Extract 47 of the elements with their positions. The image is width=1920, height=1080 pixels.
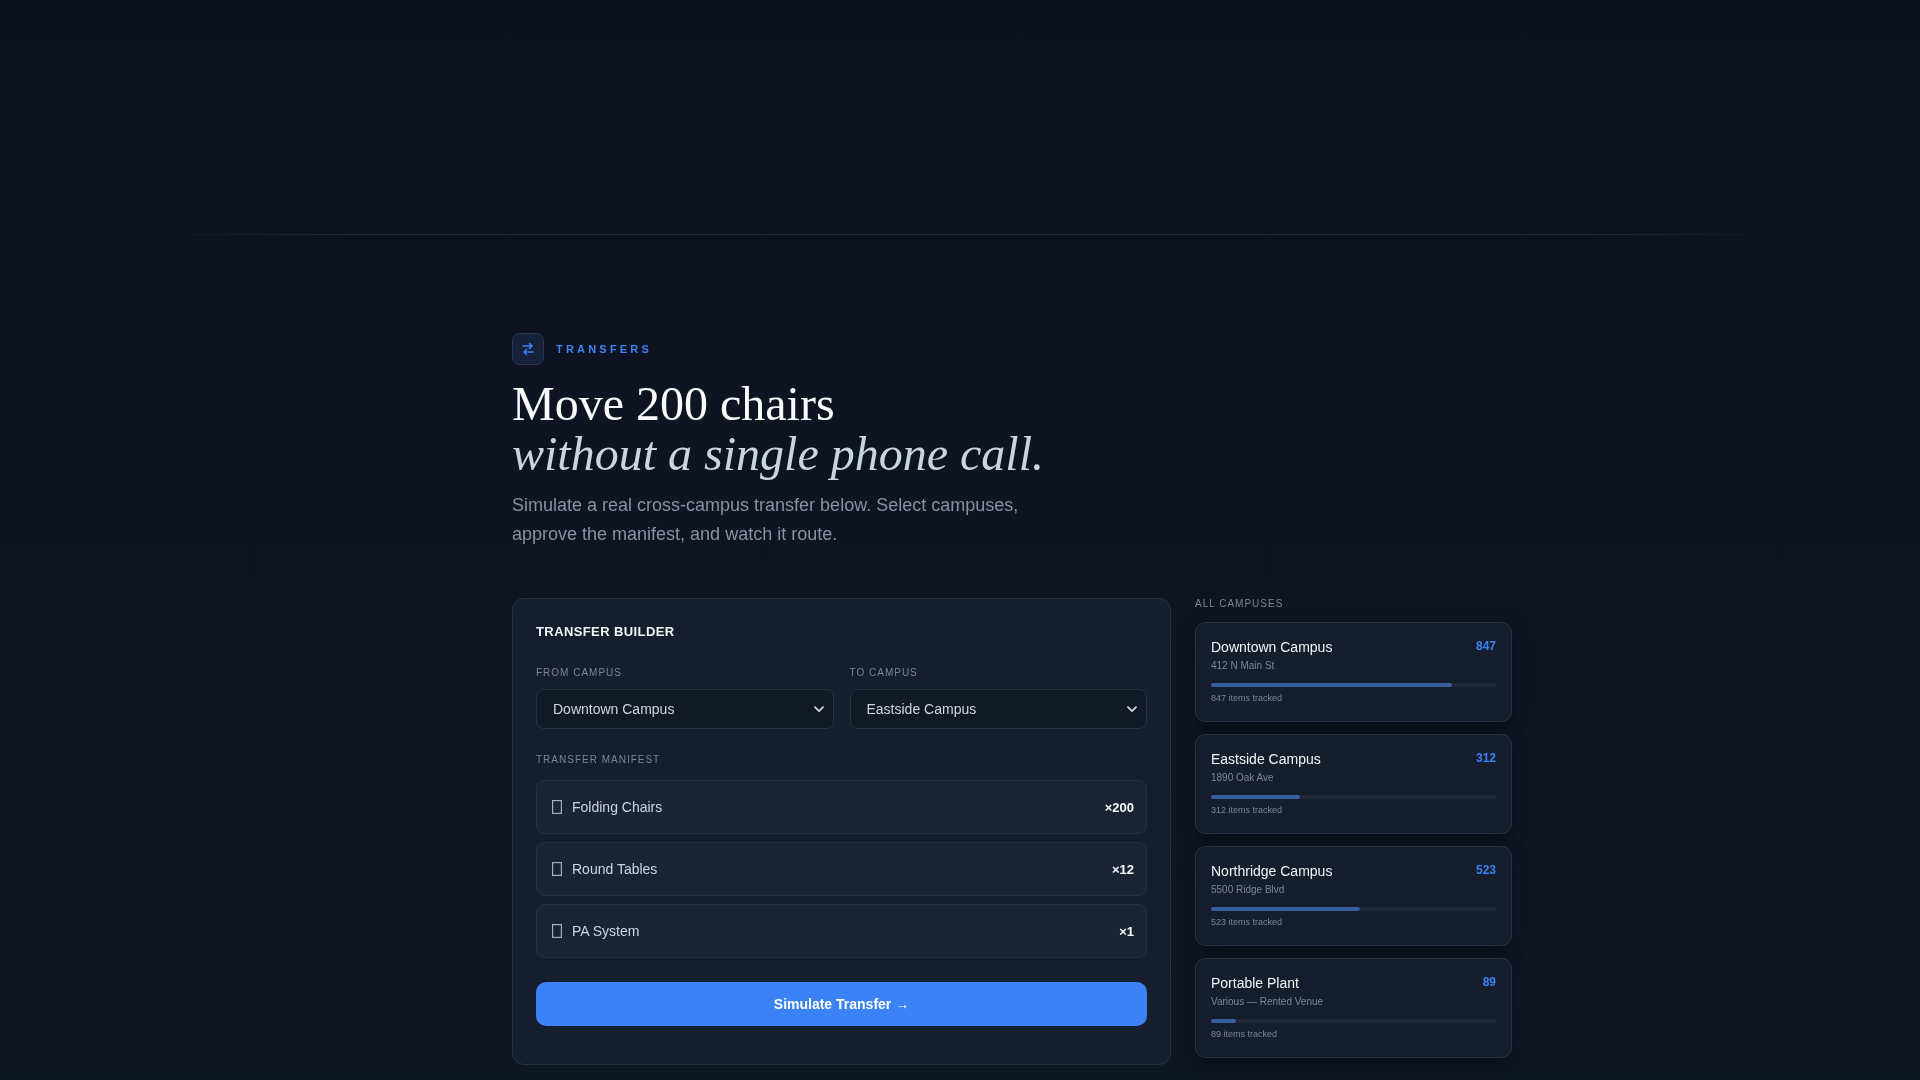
- item-count: 847: [1475, 638, 1496, 654]
- campus-card[interactable]: Eastside Campus 312 1890 Oak Ave 312 items tracked: [1195, 734, 1512, 834]
- item-quantity: ×1: [1119, 923, 1134, 939]
- from-campus-select[interactable]: Downtown Campus: [536, 689, 834, 729]
- item-count: 89: [1482, 974, 1496, 990]
- intro-text: Simulate a real cross-campus transfer below. Select campuses, approve the manifest, and watch it route.: [512, 494, 1020, 546]
- section-label: TRANSFERS: [556, 343, 653, 355]
- campus-name: Eastside Campus: [1211, 750, 1321, 768]
- campus-card[interactable]: Northridge Campus 523 5500 Ridge Blvd 523 items tracked: [1195, 846, 1512, 946]
- campus-address: 1890 Oak Ave: [1211, 771, 1274, 785]
- swap-arrows-icon: [512, 333, 544, 365]
- field-label: FROM CAMPUS: [536, 667, 622, 679]
- section-label: ALL CAMPUSES: [1195, 598, 1284, 610]
- headline: Move 200 chairs: [512, 379, 835, 429]
- item-name: Round Tables: [572, 861, 658, 877]
- item-quantity: ×12: [1111, 861, 1134, 877]
- campus-address: 412 N Main St: [1211, 659, 1275, 673]
- field-label: TO CAMPUS: [849, 667, 918, 679]
- simulate-transfer-button[interactable]: Simulate Transfer →: [536, 982, 1147, 1026]
- campus-card[interactable]: Downtown Campus 847 412 N Main St 847 items tracked: [1195, 622, 1512, 722]
- campus-address: Various — Rented Venue: [1211, 995, 1324, 1009]
- campus-name: Portable Plant: [1211, 974, 1299, 992]
- empty-box-icon: [552, 800, 562, 814]
- chevron-down-icon: [813, 705, 824, 713]
- items-tracked-text: 312 items tracked: [1211, 804, 1283, 816]
- manifest-item[interactable]: Folding Chairs ×200: [536, 780, 1147, 834]
- empty-box-icon: [552, 862, 562, 876]
- campus-name: Downtown Campus: [1211, 638, 1333, 656]
- campus-name: Northridge Campus: [1211, 862, 1333, 880]
- items-tracked-text: 89 items tracked: [1211, 1028, 1278, 1040]
- empty-box-icon: [552, 924, 562, 938]
- panel-title: TRANSFER BUILDER: [536, 623, 675, 641]
- items-tracked-text: 847 items tracked: [1211, 692, 1283, 704]
- item-quantity: ×200: [1104, 799, 1134, 815]
- field-label: TRANSFER MANIFEST: [536, 754, 661, 766]
- campus-card[interactable]: Portable Plant 89 Various — Rented Venue 89 items tracked: [1195, 958, 1512, 1058]
- manifest-item[interactable]: Round Tables ×12: [536, 842, 1147, 896]
- campus-address: 5500 Ridge Blvd: [1211, 883, 1285, 897]
- headline-italic: without a single phone call.: [512, 429, 1044, 479]
- item-name: PA System: [572, 923, 640, 939]
- item-name: Folding Chairs: [572, 799, 663, 815]
- to-campus-select[interactable]: Eastside Campus: [849, 689, 1147, 729]
- chevron-down-icon: [1127, 705, 1137, 713]
- items-tracked-text: 523 items tracked: [1211, 916, 1283, 928]
- item-count: 312: [1475, 750, 1496, 766]
- manifest-item[interactable]: PA System ×1: [536, 904, 1147, 958]
- item-count: 523: [1475, 862, 1496, 878]
